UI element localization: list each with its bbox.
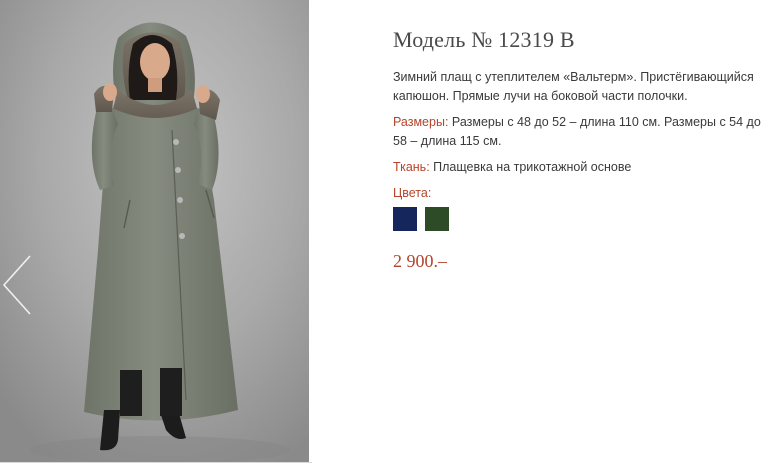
product-description: Зимний плащ с утеплителем «Вальтерм». Пр… xyxy=(393,70,754,103)
model-photo-illustration xyxy=(0,0,309,462)
product-sizes: Размеры: Размеры с 48 до 52 – длина 110 … xyxy=(393,113,765,151)
color-swatch-dark-green[interactable] xyxy=(425,207,450,231)
gallery-bottom-border xyxy=(0,462,312,469)
color-swatch-navy[interactable] xyxy=(393,207,417,231)
gallery-prev-button[interactable] xyxy=(0,252,36,318)
fabric-value: Плащевка на трикотажной основе xyxy=(433,160,632,174)
colors-label: Цвета: xyxy=(393,186,432,200)
product-photo xyxy=(0,0,309,462)
product-price: 2 900.– xyxy=(393,251,447,271)
color-swatches xyxy=(393,207,765,232)
fabric-label: Ткань: xyxy=(393,160,430,174)
product-fabric: Ткань: Плащевка на трикотажной основе xyxy=(393,158,765,177)
sizes-label: Размеры: xyxy=(393,115,449,129)
product-title: Модель № 12319 В xyxy=(393,27,575,52)
chevron-left-icon xyxy=(2,255,31,315)
sizes-value: Размеры с 48 до 52 – длина 110 см. Разме… xyxy=(393,115,761,148)
product-info: Модель № 12319 В Зимний плащ с утеплител… xyxy=(393,26,765,272)
